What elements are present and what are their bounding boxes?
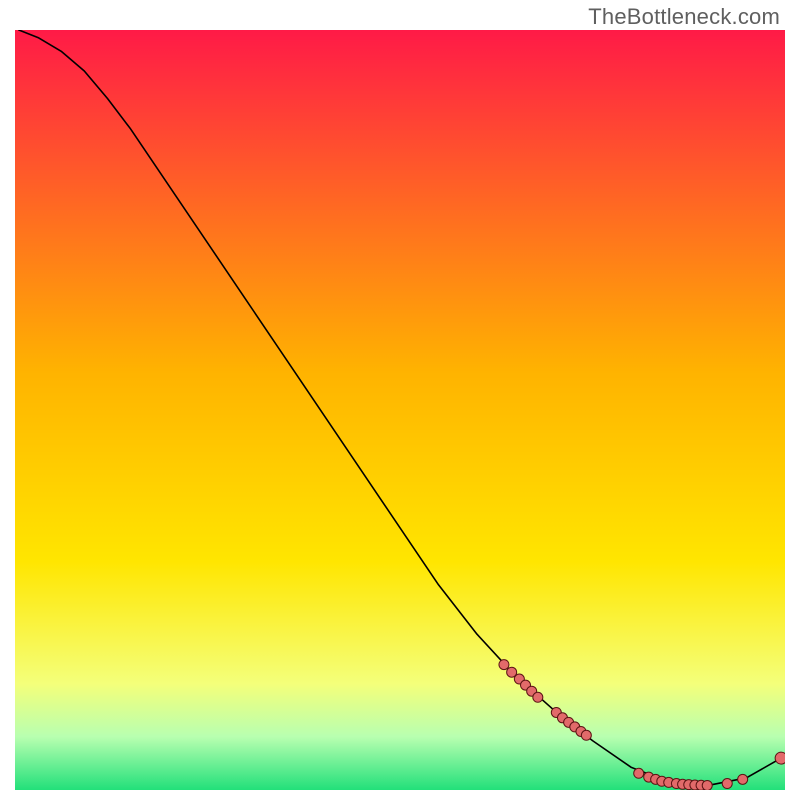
data-point [581,730,591,740]
data-point [722,779,732,789]
data-point [702,780,712,790]
data-point [533,692,543,702]
watermark-text: TheBottleneck.com [588,4,780,30]
data-point [634,768,644,778]
data-point [738,774,748,784]
bottleneck-chart: TheBottleneck.com [0,0,800,800]
chart-svg [15,30,785,790]
data-point [775,752,785,764]
gradient-background [15,30,785,790]
data-point [499,660,509,670]
